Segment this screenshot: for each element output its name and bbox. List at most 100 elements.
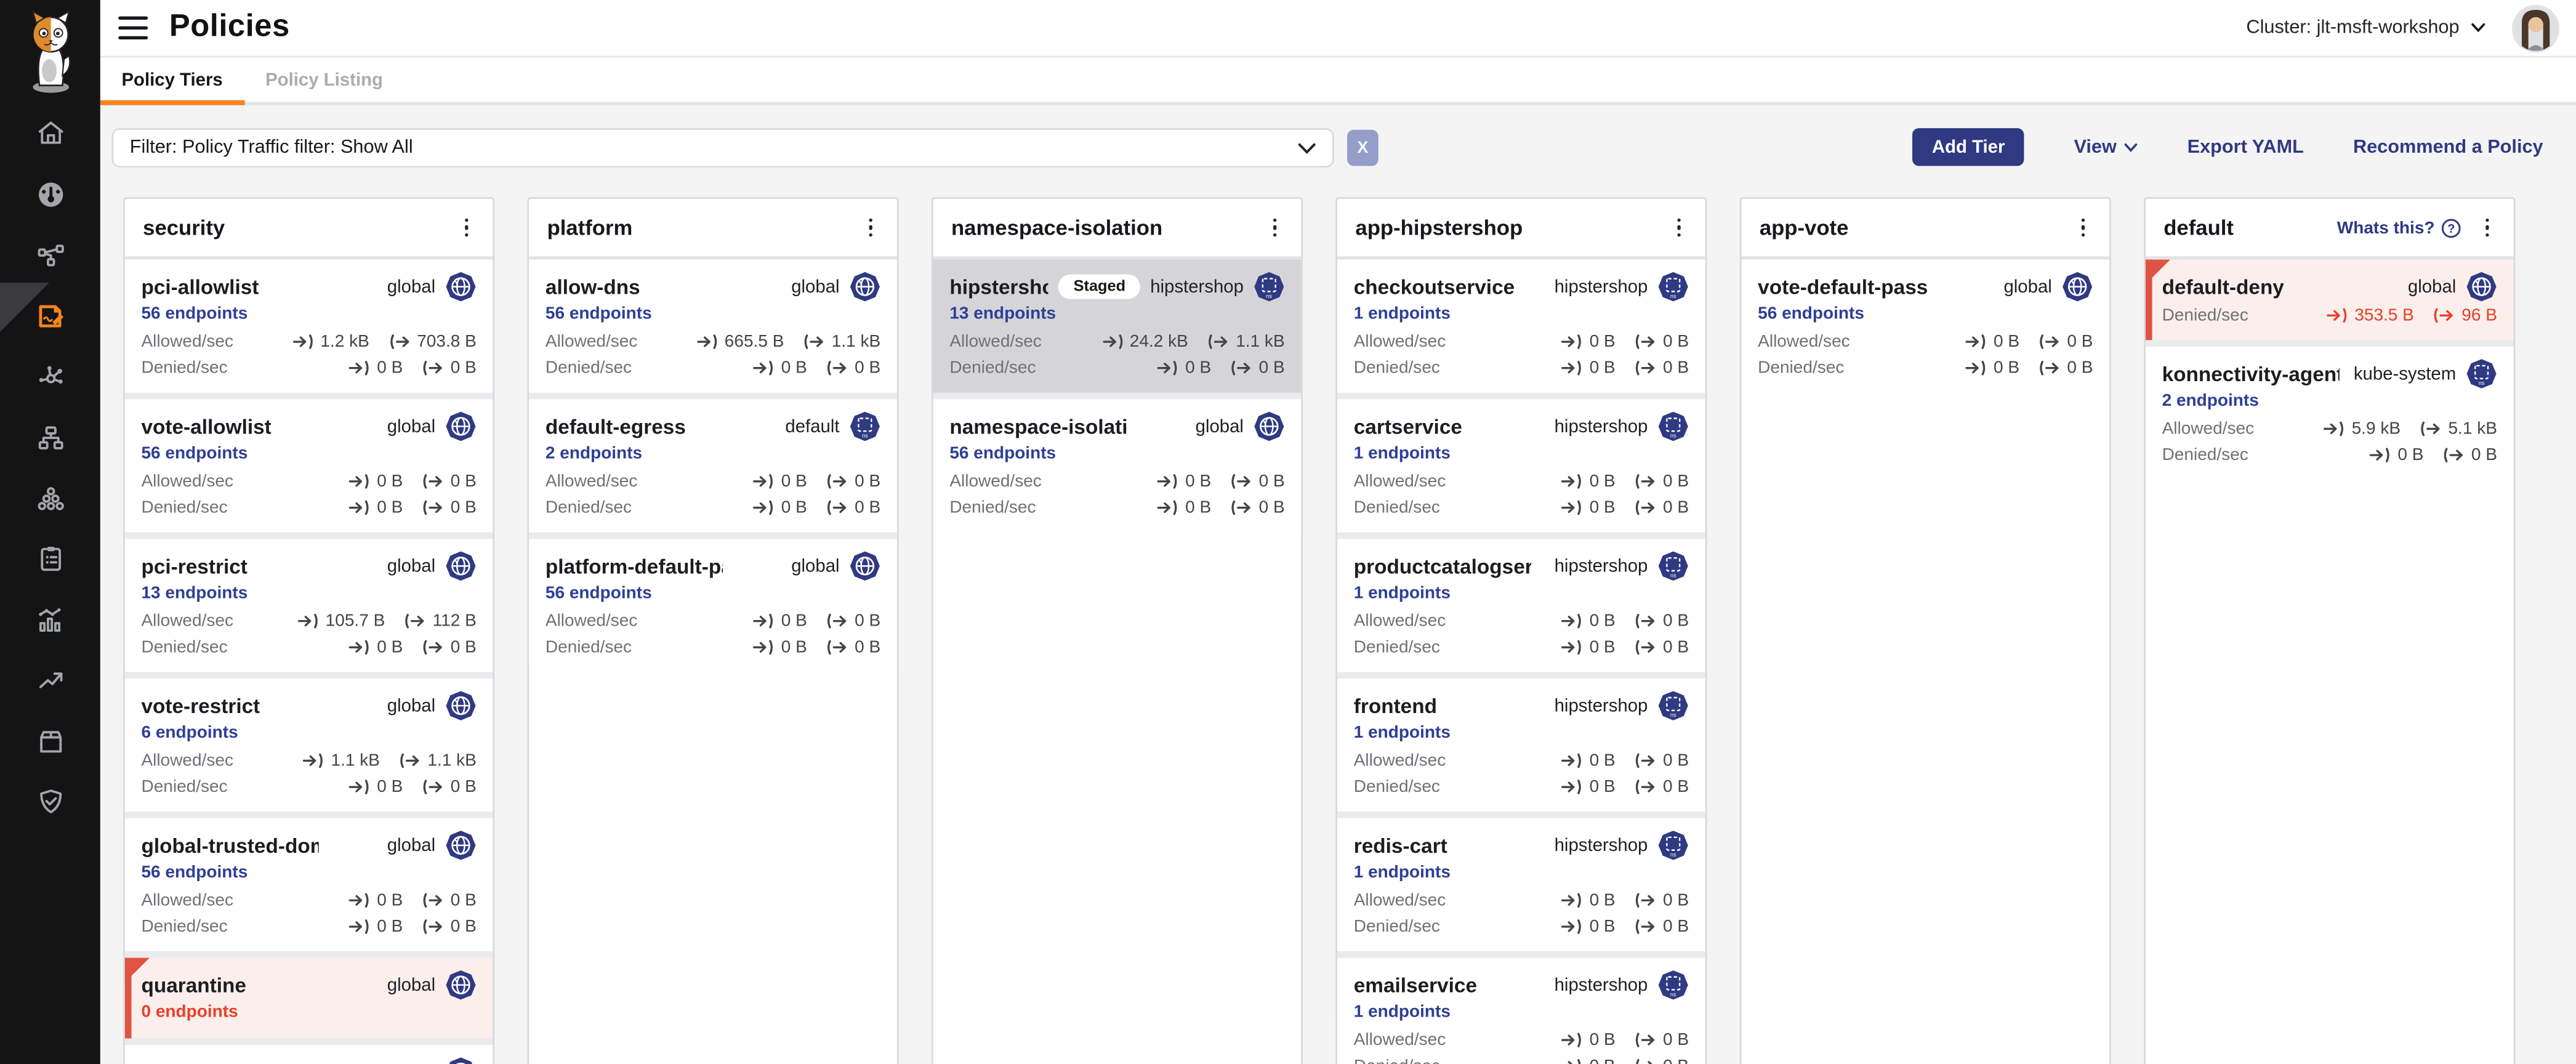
egress-arrow-icon xyxy=(827,473,848,490)
policy-card-checkoutservice[interactable]: checkoutservicehipstershopns1 endpointsA… xyxy=(1337,260,1705,393)
workloads-cluster-icon[interactable] xyxy=(35,483,65,513)
flow-visualization-icon[interactable] xyxy=(35,361,65,391)
tab-policy-tiers[interactable]: Policy Tiers xyxy=(100,57,244,102)
policy-card-frontend[interactable]: frontendhipstershopns1 endpointsAllowed/… xyxy=(1337,679,1705,812)
stat-row: Allowed/sec0 B0 B xyxy=(949,470,1284,493)
stat-label: Allowed/sec xyxy=(141,890,233,910)
endpoints-link[interactable]: 13 endpoints xyxy=(949,304,1284,327)
endpoints-link[interactable]: 2 endpoints xyxy=(545,443,880,466)
tier-menu-kebab-icon[interactable] xyxy=(2474,214,2501,241)
ingress-arrow-icon xyxy=(753,360,775,376)
egress-value: 0 B xyxy=(2039,358,2093,378)
calico-cat-logo[interactable] xyxy=(17,10,83,95)
menu-hamburger-icon[interactable] xyxy=(118,17,148,39)
reports-chart-icon[interactable] xyxy=(35,605,65,634)
policy-name: vote-allowlist xyxy=(141,415,271,438)
stat-label: Denied/sec xyxy=(545,637,632,657)
endpoints-link[interactable]: 1 endpoints xyxy=(1354,304,1689,327)
global-scope-icon xyxy=(2466,271,2497,302)
policy-card-productcatalogservice[interactable]: productcatalogservicehipstershopns1 endp… xyxy=(1337,539,1705,672)
policy-name: hipstershop-gh… xyxy=(949,275,1049,298)
policy-filter-dropdown[interactable]: Filter: Policy Traffic filter: Show All xyxy=(111,128,1334,167)
ingress-value: 0 B xyxy=(1561,751,1615,770)
tier-menu-kebab-icon[interactable] xyxy=(2070,214,2096,241)
egress-value: 1.1 kB xyxy=(803,332,880,352)
egress-value: 0 B xyxy=(1231,358,1284,378)
policy-card-security-default-pass[interactable]: security-default-passglobal xyxy=(125,1045,493,1064)
stat-label: Denied/sec xyxy=(949,498,1036,518)
recommend-policy-button[interactable]: Recommend a Policy xyxy=(2353,137,2543,157)
user-avatar[interactable] xyxy=(2512,4,2559,52)
egress-arrow-icon xyxy=(422,919,444,935)
add-tier-button[interactable]: Add Tier xyxy=(1912,128,2025,166)
tier-menu-kebab-icon[interactable] xyxy=(1262,214,1288,241)
policy-card-redis-cart[interactable]: redis-carthipstershopns1 endpointsAllowe… xyxy=(1337,818,1705,951)
policy-scope-label: hipstershop xyxy=(1555,556,1648,576)
policy-card-hipstershop-gh[interactable]: hipstershop-gh…Stagedhipstershopns13 end… xyxy=(933,260,1302,393)
egress-arrow-icon xyxy=(1231,360,1252,376)
tab-policy-listing[interactable]: Policy Listing xyxy=(244,57,404,102)
endpoints-link[interactable]: 56 endpoints xyxy=(141,304,476,327)
endpoints-link[interactable]: 56 endpoints xyxy=(949,443,1284,466)
policy-card-default-egress[interactable]: default-egressdefaultns2 endpointsAllowe… xyxy=(529,399,897,532)
policy-card-vote-restrict[interactable]: vote-restrictglobal6 endpointsAllowed/se… xyxy=(125,679,493,812)
egress-arrow-icon xyxy=(1635,1058,1657,1064)
policy-scope-label: default xyxy=(785,416,839,436)
image-assurance-box-icon[interactable] xyxy=(35,726,65,756)
clear-filter-button[interactable]: X xyxy=(1347,130,1379,166)
ingress-value: 0 B xyxy=(349,472,403,491)
endpoints-tree-icon[interactable] xyxy=(35,422,65,452)
endpoints-link[interactable]: 56 endpoints xyxy=(1758,304,2093,327)
tier-menu-kebab-icon[interactable] xyxy=(1666,214,1693,241)
stat-row: Denied/sec0 B0 B xyxy=(141,775,476,798)
namespace-scope-icon: ns xyxy=(850,411,881,442)
policy-card-vote-default-pass[interactable]: vote-default-passglobal56 endpointsAllow… xyxy=(1741,260,2109,393)
egress-arrow-icon xyxy=(1635,639,1657,656)
svg-text:ns: ns xyxy=(1670,433,1676,439)
timeline-trend-icon[interactable] xyxy=(35,666,65,695)
service-graph-icon[interactable] xyxy=(35,240,65,270)
tier-name: app-hipstershop xyxy=(1355,216,1523,240)
policy-card-quarantine[interactable]: quarantineglobal0 endpoints xyxy=(125,958,493,1039)
ingress-arrow-icon xyxy=(2327,307,2348,324)
endpoints-link[interactable]: 13 endpoints xyxy=(141,583,476,606)
tier-menu-kebab-icon[interactable] xyxy=(858,214,884,241)
endpoints-link[interactable]: 1 endpoints xyxy=(1354,583,1689,606)
view-dropdown-button[interactable]: View xyxy=(2074,137,2138,157)
endpoints-link[interactable]: 1 endpoints xyxy=(1354,863,1689,885)
dashboard-gauge-icon[interactable] xyxy=(35,179,65,209)
policy-card-namespace-isolation-default-p[interactable]: namespace-isolation-default-p…global56 e… xyxy=(933,399,1302,532)
endpoints-link[interactable]: 56 endpoints xyxy=(545,304,880,327)
endpoints-link[interactable]: 56 endpoints xyxy=(141,863,476,885)
chevron-down-icon xyxy=(2125,142,2138,152)
whats-this-link[interactable]: Whats this?? xyxy=(2337,218,2461,238)
endpoints-link[interactable]: 2 endpoints xyxy=(2162,391,2497,414)
policy-card-pci-allowlist[interactable]: pci-allowlistglobal56 endpointsAllowed/s… xyxy=(125,260,493,393)
export-yaml-button[interactable]: Export YAML xyxy=(2188,137,2304,157)
stat-row: Denied/sec0 B0 B xyxy=(1354,1055,1689,1064)
policy-card-vote-allowlist[interactable]: vote-allowlistglobal56 endpointsAllowed/… xyxy=(125,399,493,532)
tier-menu-kebab-icon[interactable] xyxy=(453,214,480,241)
policy-card-konnectivity-agent[interactable]: konnectivity-agentkube-systemns2 endpoin… xyxy=(2146,347,2514,480)
ingress-arrow-icon xyxy=(1561,779,1583,796)
endpoints-link[interactable]: 56 endpoints xyxy=(141,443,476,466)
policy-card-emailservice[interactable]: emailservicehipstershopns1 endpointsAllo… xyxy=(1337,958,1705,1064)
endpoints-link[interactable]: 1 endpoints xyxy=(1354,1002,1689,1025)
egress-value: 0 B xyxy=(1635,777,1689,797)
policy-card-cartservice[interactable]: cartservicehipstershopns1 endpointsAllow… xyxy=(1337,399,1705,532)
threat-defense-shield-icon[interactable] xyxy=(35,787,65,816)
endpoints-link[interactable]: 6 endpoints xyxy=(141,723,476,746)
policy-card-pci-restrict[interactable]: pci-restrictglobal13 endpointsAllowed/se… xyxy=(125,539,493,672)
policy-card-platform-default-pass[interactable]: platform-default-passglobal56 endpointsA… xyxy=(529,539,897,672)
endpoints-link[interactable]: 0 endpoints xyxy=(141,1002,476,1025)
policy-card-allow-dns[interactable]: allow-dnsglobal56 endpointsAllowed/sec66… xyxy=(529,260,897,393)
cluster-selector[interactable]: Cluster: jlt-msft-workshop xyxy=(2246,18,2485,38)
endpoints-link[interactable]: 56 endpoints xyxy=(545,583,880,606)
compliance-clipboard-icon[interactable] xyxy=(35,544,65,573)
endpoints-link[interactable]: 1 endpoints xyxy=(1354,443,1689,466)
policy-card-global-trusted-domains[interactable]: global-trusted-domainsglobal56 endpoints… xyxy=(125,818,493,951)
namespace-scope-icon: ns xyxy=(1254,271,1285,302)
policy-card-default-deny[interactable]: default-denyglobalDenied/sec353.5 B96 B xyxy=(2146,260,2514,341)
endpoints-link[interactable]: 1 endpoints xyxy=(1354,723,1689,746)
home-icon[interactable] xyxy=(35,118,65,148)
